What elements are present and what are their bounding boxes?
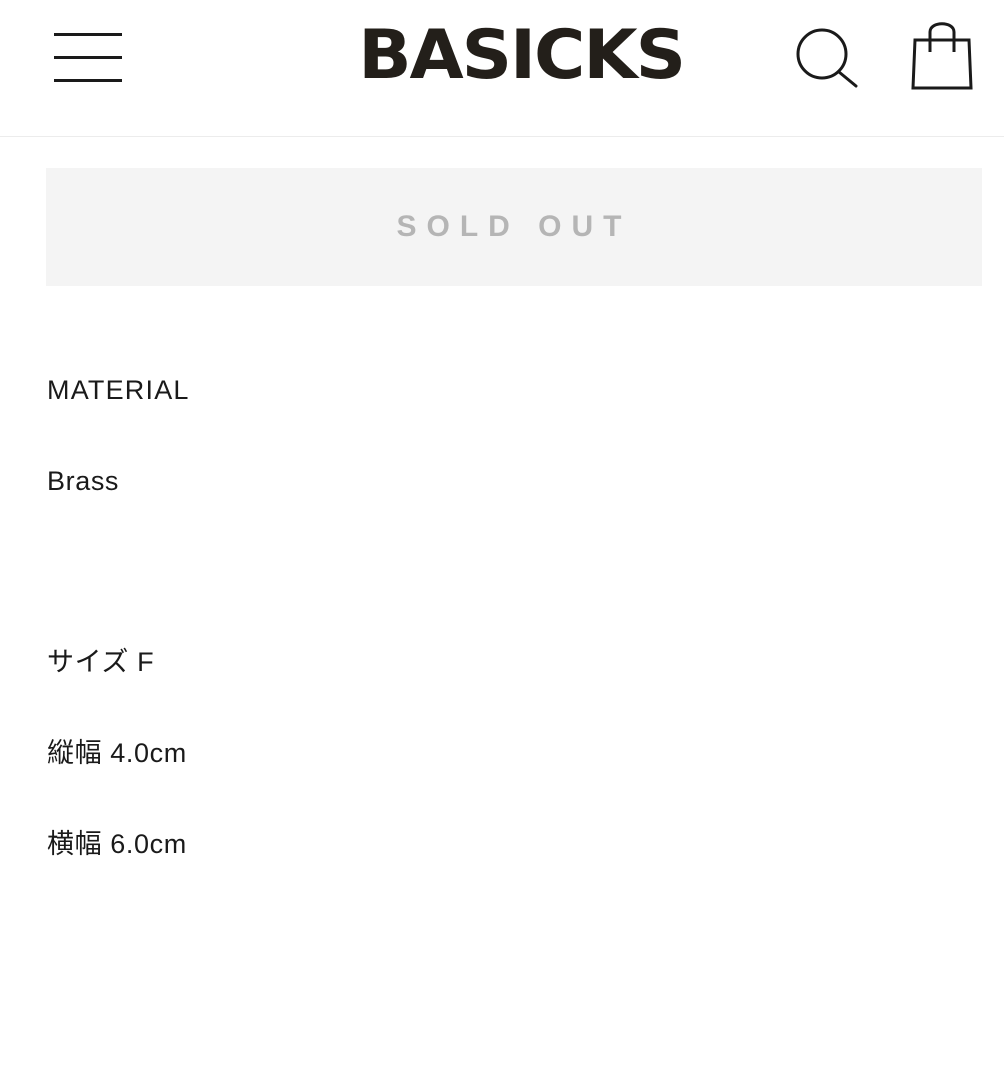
- hamburger-menu-icon-line: [54, 56, 122, 59]
- hamburger-menu-icon-line: [54, 33, 122, 36]
- search-icon: [796, 28, 858, 88]
- size-spec: サイズ F: [47, 647, 155, 677]
- height-spec: 縦幅 4.0cm: [47, 738, 187, 768]
- site-logo[interactable]: BASICKS: [346, 16, 696, 96]
- search-button[interactable]: [794, 24, 860, 90]
- product-page: BASICKS SOLD OUT MATERIAL Brass サイズ F 縦幅…: [0, 0, 1004, 1080]
- site-header: BASICKS: [0, 0, 1004, 137]
- menu-button[interactable]: [54, 30, 124, 84]
- shopping-bag-icon: [911, 22, 973, 90]
- material-heading: MATERIAL: [47, 375, 190, 405]
- sold-out-button[interactable]: SOLD OUT: [46, 168, 982, 286]
- hamburger-menu-icon-line: [54, 79, 122, 82]
- material-value: Brass: [47, 466, 120, 496]
- cart-button[interactable]: [908, 18, 976, 92]
- width-spec: 横幅 6.0cm: [47, 829, 187, 859]
